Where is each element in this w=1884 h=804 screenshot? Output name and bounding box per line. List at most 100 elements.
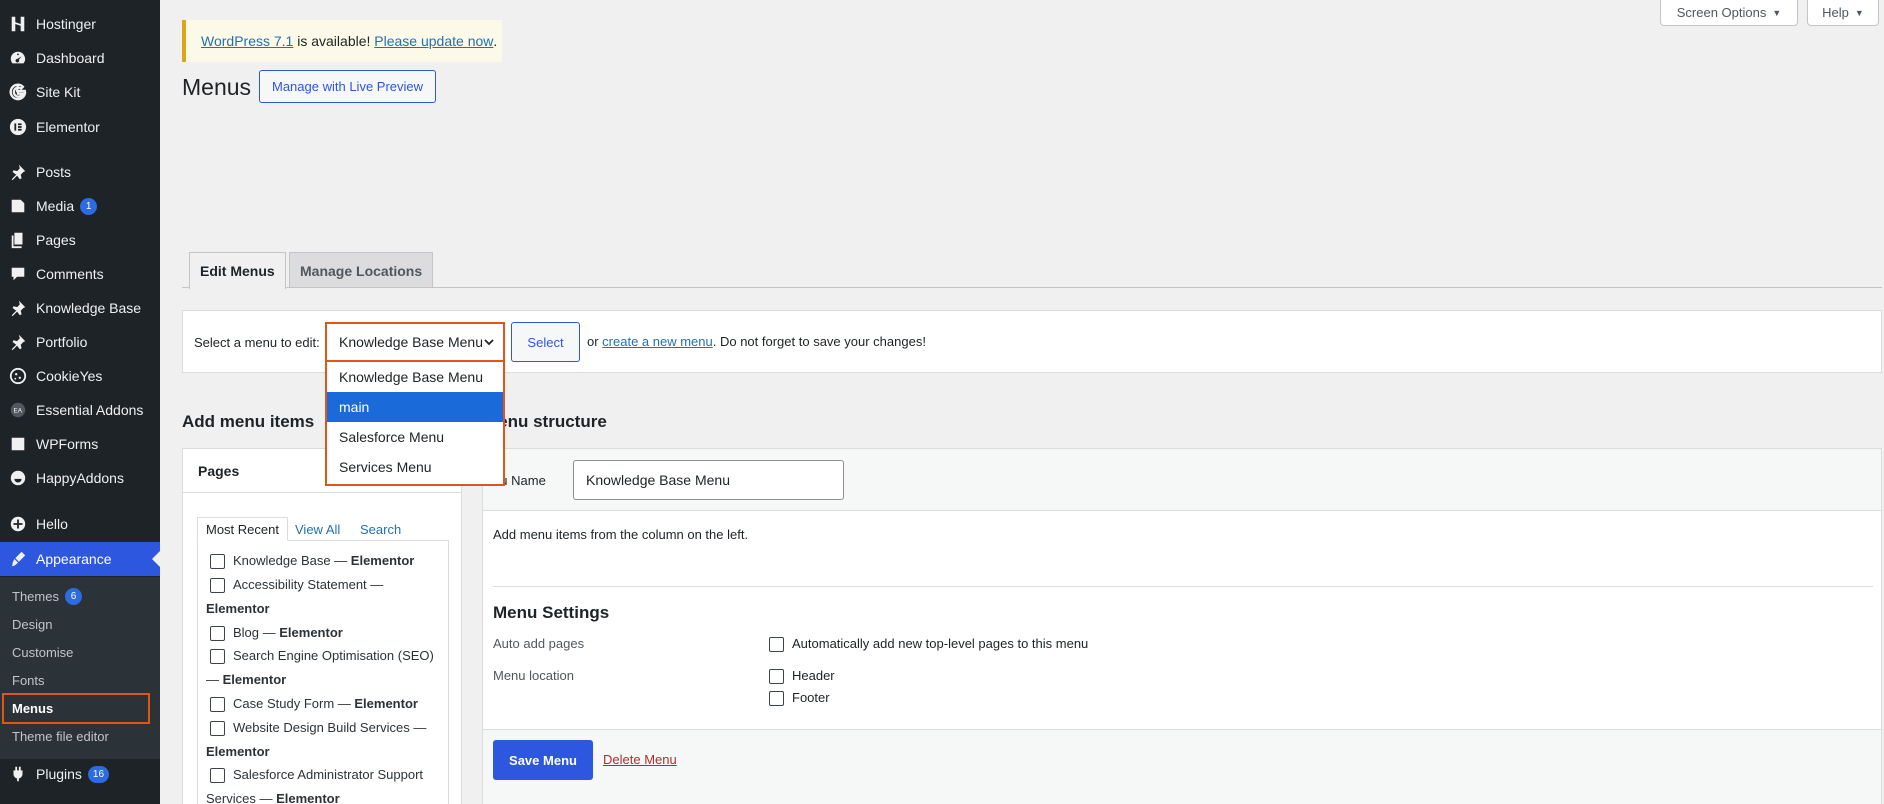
submenu-item-fonts[interactable]: Fonts: [0, 667, 160, 693]
submenu-item-design[interactable]: Design: [0, 611, 160, 637]
delete-menu-link[interactable]: Delete Menu: [603, 752, 677, 767]
tab-search[interactable]: Search: [352, 517, 409, 541]
menu-name-input[interactable]: Knowledge Base Menu: [573, 460, 844, 500]
select-menu-label: Select a menu to edit:: [194, 335, 320, 350]
sidebar-item-label: Appearance: [36, 551, 112, 567]
submenu-item-theme-file-editor[interactable]: Theme file editor: [0, 723, 160, 749]
menus-highlight-box: [2, 693, 150, 724]
caret-down-icon: ▼: [1772, 7, 1782, 18]
sidebar-item-posts[interactable]: Posts: [0, 155, 160, 189]
menu-edit-panel: Menu Name Knowledge Base Menu Add menu i…: [482, 448, 1882, 804]
notice-text: is available!: [293, 33, 375, 49]
page-item-type: Elementor: [279, 625, 343, 640]
sidebar-item-label: Essential Addons: [36, 402, 144, 418]
help-label: Help: [1822, 5, 1849, 20]
page-checkbox[interactable]: [210, 626, 225, 642]
screen-options-button[interactable]: Screen Options ▼: [1660, 0, 1798, 26]
page-checkbox[interactable]: [210, 697, 225, 713]
location-footer-option[interactable]: Footer: [769, 690, 830, 707]
auto-add-option[interactable]: Automatically add new top-level pages to…: [769, 636, 1088, 653]
option-knowledge-base-menu[interactable]: Knowledge Base Menu: [327, 362, 503, 392]
sidebar-item-label: Knowledge Base: [36, 300, 142, 316]
live-preview-button[interactable]: Manage with Live Preview: [259, 70, 437, 103]
submenu-item-label: Design: [12, 616, 53, 632]
menu-structure-heading-wrap: Menu structure: [492, 412, 612, 436]
tab-manage-locations[interactable]: Manage Locations: [289, 252, 434, 288]
page-checkbox[interactable]: [210, 721, 225, 737]
help-button[interactable]: Help ▼: [1807, 0, 1879, 26]
sidebar-item-wpforms[interactable]: WPForms: [0, 427, 160, 461]
sidebar-item-pages[interactable]: Pages: [0, 223, 160, 257]
page-item-title: Search Engine Optimisation (SEO): [233, 648, 434, 663]
appearance-submenu: Themes 6 Design Customise Fonts Menus Th…: [0, 577, 160, 759]
happy-icon: [0, 469, 36, 487]
submenu-item-label: Customise: [12, 644, 74, 660]
sidebar-item-elementor[interactable]: Elementor: [0, 110, 160, 144]
create-menu-hint: or create a new menu. Do not forget to s…: [587, 334, 926, 349]
page-checkbox[interactable]: [210, 554, 225, 570]
page-item-title: Case Study Form —: [233, 696, 355, 711]
submenu-item-themes[interactable]: Themes 6: [0, 583, 160, 609]
footer-location-checkbox[interactable]: [769, 691, 784, 707]
submenu-item-label: Themes: [12, 588, 59, 604]
chevron-down-icon: [484, 339, 494, 346]
sidebar-item-dashboard[interactable]: Dashboard: [0, 41, 160, 75]
sidebar-item-media[interactable]: Media 1: [0, 189, 160, 223]
sidebar-item-cookieyes[interactable]: CookieYes: [0, 359, 160, 393]
page-item[interactable]: Search Engine Optimisation (SEO): [210, 648, 434, 665]
plus-circle-icon: [0, 515, 36, 533]
cookie-icon: [0, 367, 36, 385]
sidebar-item-hostinger[interactable]: Hostinger: [0, 7, 160, 41]
sidebar-item-happyaddons[interactable]: HappyAddons: [0, 461, 160, 495]
sidebar-item-appearance[interactable]: Appearance: [0, 542, 160, 576]
sidebar-item-label: Hello: [36, 516, 68, 532]
create-new-menu-link[interactable]: create a new menu: [602, 334, 713, 349]
plugin-icon: [0, 765, 36, 783]
page-item[interactable]: Accessibility Statement —: [210, 577, 383, 594]
tab-most-recent[interactable]: Most Recent: [197, 517, 288, 541]
caret-down-icon: ▼: [1854, 7, 1864, 18]
page-item[interactable]: Case Study Form — Elementor: [210, 696, 418, 713]
forms-icon: [0, 435, 36, 453]
page-checkbox[interactable]: [210, 649, 225, 665]
page-item[interactable]: Website Design Build Services —: [210, 720, 426, 737]
select-button[interactable]: Select: [511, 322, 580, 362]
page-item-type: Elementor: [276, 791, 340, 804]
wordpress-version-link[interactable]: WordPress 7.1: [201, 33, 293, 49]
sidebar-item-hello[interactable]: Hello: [0, 507, 160, 541]
menu-select-dropdown[interactable]: Knowledge Base Menu: [325, 322, 505, 362]
page-item[interactable]: Knowledge Base — Elementor: [210, 553, 415, 570]
auto-add-checkbox[interactable]: [769, 637, 784, 653]
page-item-type: Elementor: [350, 553, 415, 568]
save-menu-button[interactable]: Save Menu: [493, 740, 593, 780]
page-item[interactable]: Salesforce Administrator Support: [210, 767, 424, 784]
page-item-title: Services —: [206, 791, 277, 804]
header-location-checkbox[interactable]: [769, 669, 784, 685]
menu-settings-heading: Menu Settings: [493, 603, 610, 622]
elementor-icon: [0, 118, 36, 136]
update-now-link[interactable]: Please update now: [374, 33, 493, 49]
dashboard-icon: [0, 49, 36, 67]
themes-count-badge: 6: [64, 587, 82, 605]
location-header-option[interactable]: Header: [769, 668, 835, 685]
option-salesforce-menu[interactable]: Salesforce Menu: [327, 422, 503, 452]
tab-edit-menus[interactable]: Edit Menus: [189, 252, 286, 289]
page-item[interactable]: Blog — Elementor: [210, 625, 343, 642]
update-notice: WordPress 7.1 is available! Please updat…: [182, 20, 502, 62]
option-main[interactable]: main: [327, 392, 503, 422]
page-item-title: Blog —: [233, 625, 280, 640]
page-item-title: Salesforce Administrator Support: [233, 767, 424, 782]
submenu-item-customise[interactable]: Customise: [0, 639, 160, 665]
page-checkbox[interactable]: [210, 768, 225, 784]
sidebar-item-site-kit[interactable]: Site Kit: [0, 75, 160, 109]
sidebar-item-plugins[interactable]: Plugins 16: [0, 757, 160, 791]
sidebar-item-comments[interactable]: Comments: [0, 257, 160, 291]
header-location-text: Header: [792, 668, 835, 683]
option-services-menu[interactable]: Services Menu: [327, 452, 503, 482]
sidebar-item-essential-addons[interactable]: EA Essential Addons: [0, 393, 160, 427]
sidebar-item-portfolio[interactable]: Portfolio: [0, 325, 160, 359]
sidebar-item-knowledge-base[interactable]: Knowledge Base: [0, 291, 160, 325]
page-checkbox[interactable]: [210, 578, 225, 594]
tab-view-all[interactable]: View All: [287, 517, 348, 541]
ea-icon: EA: [0, 401, 36, 419]
